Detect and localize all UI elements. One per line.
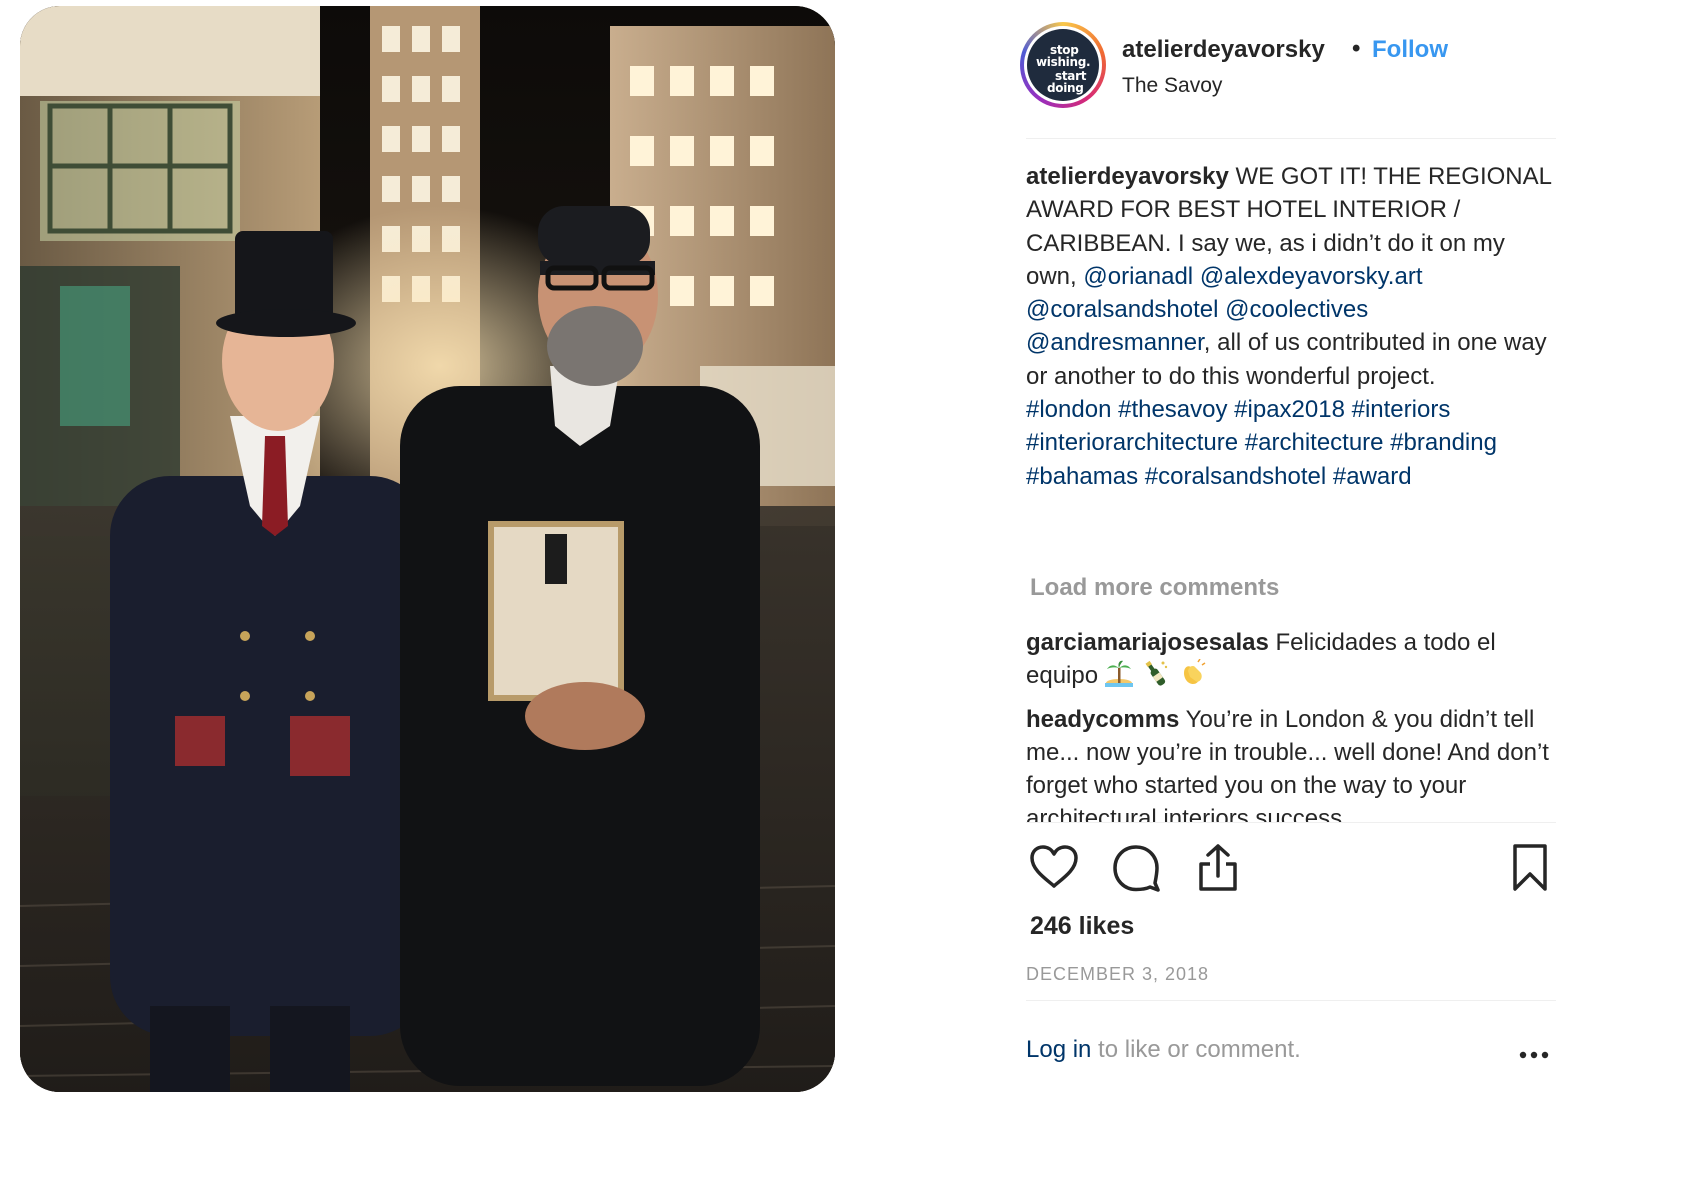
- header-divider: [1026, 138, 1556, 139]
- post-header: stop wishing. start doing atelierdeyavor…: [1020, 22, 1555, 116]
- action-bar: [1026, 840, 1556, 900]
- hashtag-link[interactable]: #london: [1026, 396, 1111, 423]
- desert-island-emoji: [1104, 661, 1133, 688]
- more-options-icon[interactable]: [1516, 1030, 1552, 1060]
- header-username[interactable]: atelierdeyavorsky: [1122, 36, 1325, 64]
- footer-divider: [1026, 1000, 1556, 1001]
- location-link[interactable]: The Savoy: [1122, 74, 1222, 98]
- hashtag-link[interactable]: #coralsandshotel: [1145, 463, 1326, 490]
- comment-item: headycomms You’re in London & you didn’t…: [1026, 703, 1556, 822]
- avatar-logo: stop wishing. start doing: [1027, 29, 1099, 101]
- champagne-emoji: [1145, 661, 1168, 686]
- hashtag-link[interactable]: #thesavoy: [1118, 396, 1227, 423]
- login-link[interactable]: Log in: [1026, 1036, 1091, 1063]
- hashtag-link[interactable]: #bahamas: [1026, 463, 1138, 490]
- login-prompt: Log in to like or comment.: [1026, 1036, 1301, 1064]
- post-photo[interactable]: [20, 6, 835, 1092]
- hashtag-link[interactable]: #interiorarchitecture: [1026, 429, 1238, 456]
- hashtag-link[interactable]: #interiors: [1352, 396, 1451, 423]
- likes-count[interactable]: 246 likes: [1030, 912, 1134, 941]
- comment-icon[interactable]: [1108, 840, 1164, 896]
- share-icon[interactable]: [1190, 840, 1246, 896]
- comment-username[interactable]: garciamariajosesalas: [1026, 629, 1269, 656]
- hashtag-link[interactable]: #award: [1333, 463, 1412, 490]
- login-prompt-text: to like or comment.: [1091, 1036, 1301, 1063]
- comment-item: garciamariajosesalas Felicidades a todo …: [1026, 626, 1556, 693]
- clapping-hands-emoji: [1184, 659, 1206, 685]
- caption-username[interactable]: atelierdeyavorsky: [1026, 163, 1229, 190]
- comments-list: garciamariajosesalas Felicidades a todo …: [1026, 626, 1556, 822]
- mention-link[interactable]: @alexdeyavorsky.art: [1200, 263, 1423, 290]
- comment-username[interactable]: headycomms: [1026, 706, 1179, 733]
- hashtag-link[interactable]: #ipax2018: [1234, 396, 1345, 423]
- post-caption: atelierdeyavorsky WE GOT IT! THE REGIONA…: [1026, 160, 1556, 493]
- bookmark-icon[interactable]: [1502, 840, 1558, 896]
- hashtag-link[interactable]: #branding: [1390, 429, 1497, 456]
- mention-link[interactable]: @andresmanner: [1026, 329, 1204, 356]
- load-more-comments-button[interactable]: Load more comments: [1030, 574, 1279, 602]
- hashtag-link[interactable]: #architecture: [1245, 429, 1384, 456]
- avatar[interactable]: stop wishing. start doing: [1020, 22, 1106, 108]
- comments-divider: [1026, 822, 1556, 823]
- post-sidebar: stop wishing. start doing atelierdeyavor…: [1020, 0, 1560, 1193]
- photo-scene: [20, 6, 835, 1092]
- mention-link[interactable]: @orianadl: [1083, 263, 1193, 290]
- separator-dot: •: [1352, 35, 1361, 62]
- mention-link[interactable]: @coolectives: [1225, 296, 1368, 323]
- follow-button[interactable]: Follow: [1372, 36, 1448, 64]
- post-date[interactable]: DECEMBER 3, 2018: [1026, 964, 1209, 985]
- mention-link[interactable]: @coralsandshotel: [1026, 296, 1218, 323]
- heart-icon[interactable]: [1026, 840, 1082, 896]
